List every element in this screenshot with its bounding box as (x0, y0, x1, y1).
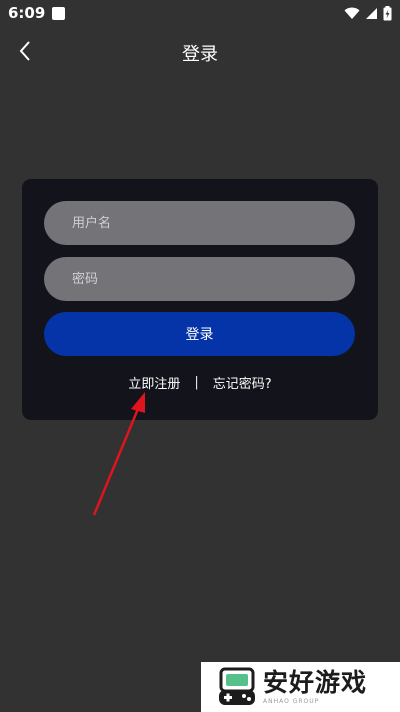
login-button[interactable]: 登录 (44, 312, 355, 356)
battery-icon (383, 6, 392, 21)
status-icons (344, 6, 392, 21)
wifi-icon (344, 7, 360, 19)
watermark-text: 安好游戏 ANHAO GROUP (263, 668, 367, 706)
watermark-name: 安好游戏 (263, 668, 368, 697)
username-input[interactable] (44, 201, 355, 245)
password-input[interactable] (44, 257, 355, 301)
status-time: 6:09 (8, 4, 46, 22)
forgot-password-link[interactable]: 忘记密码? (213, 373, 272, 392)
signal-icon (366, 8, 377, 19)
link-separator: | (194, 375, 199, 390)
login-card: 登录 立即注册 | 忘记密码? (22, 179, 378, 420)
status-bar: 6:09 (0, 0, 400, 28)
header: 登录 (0, 28, 400, 76)
watermark: 安好游戏 ANHAO GROUP (201, 662, 400, 712)
app-notification-icon (52, 7, 65, 20)
links-row: 立即注册 | 忘记密码? (22, 373, 378, 392)
gamepad-logo-icon (219, 667, 255, 705)
register-link[interactable]: 立即注册 (128, 373, 180, 392)
page-title: 登录 (182, 44, 218, 65)
watermark-subtitle: ANHAO GROUP (263, 698, 320, 705)
